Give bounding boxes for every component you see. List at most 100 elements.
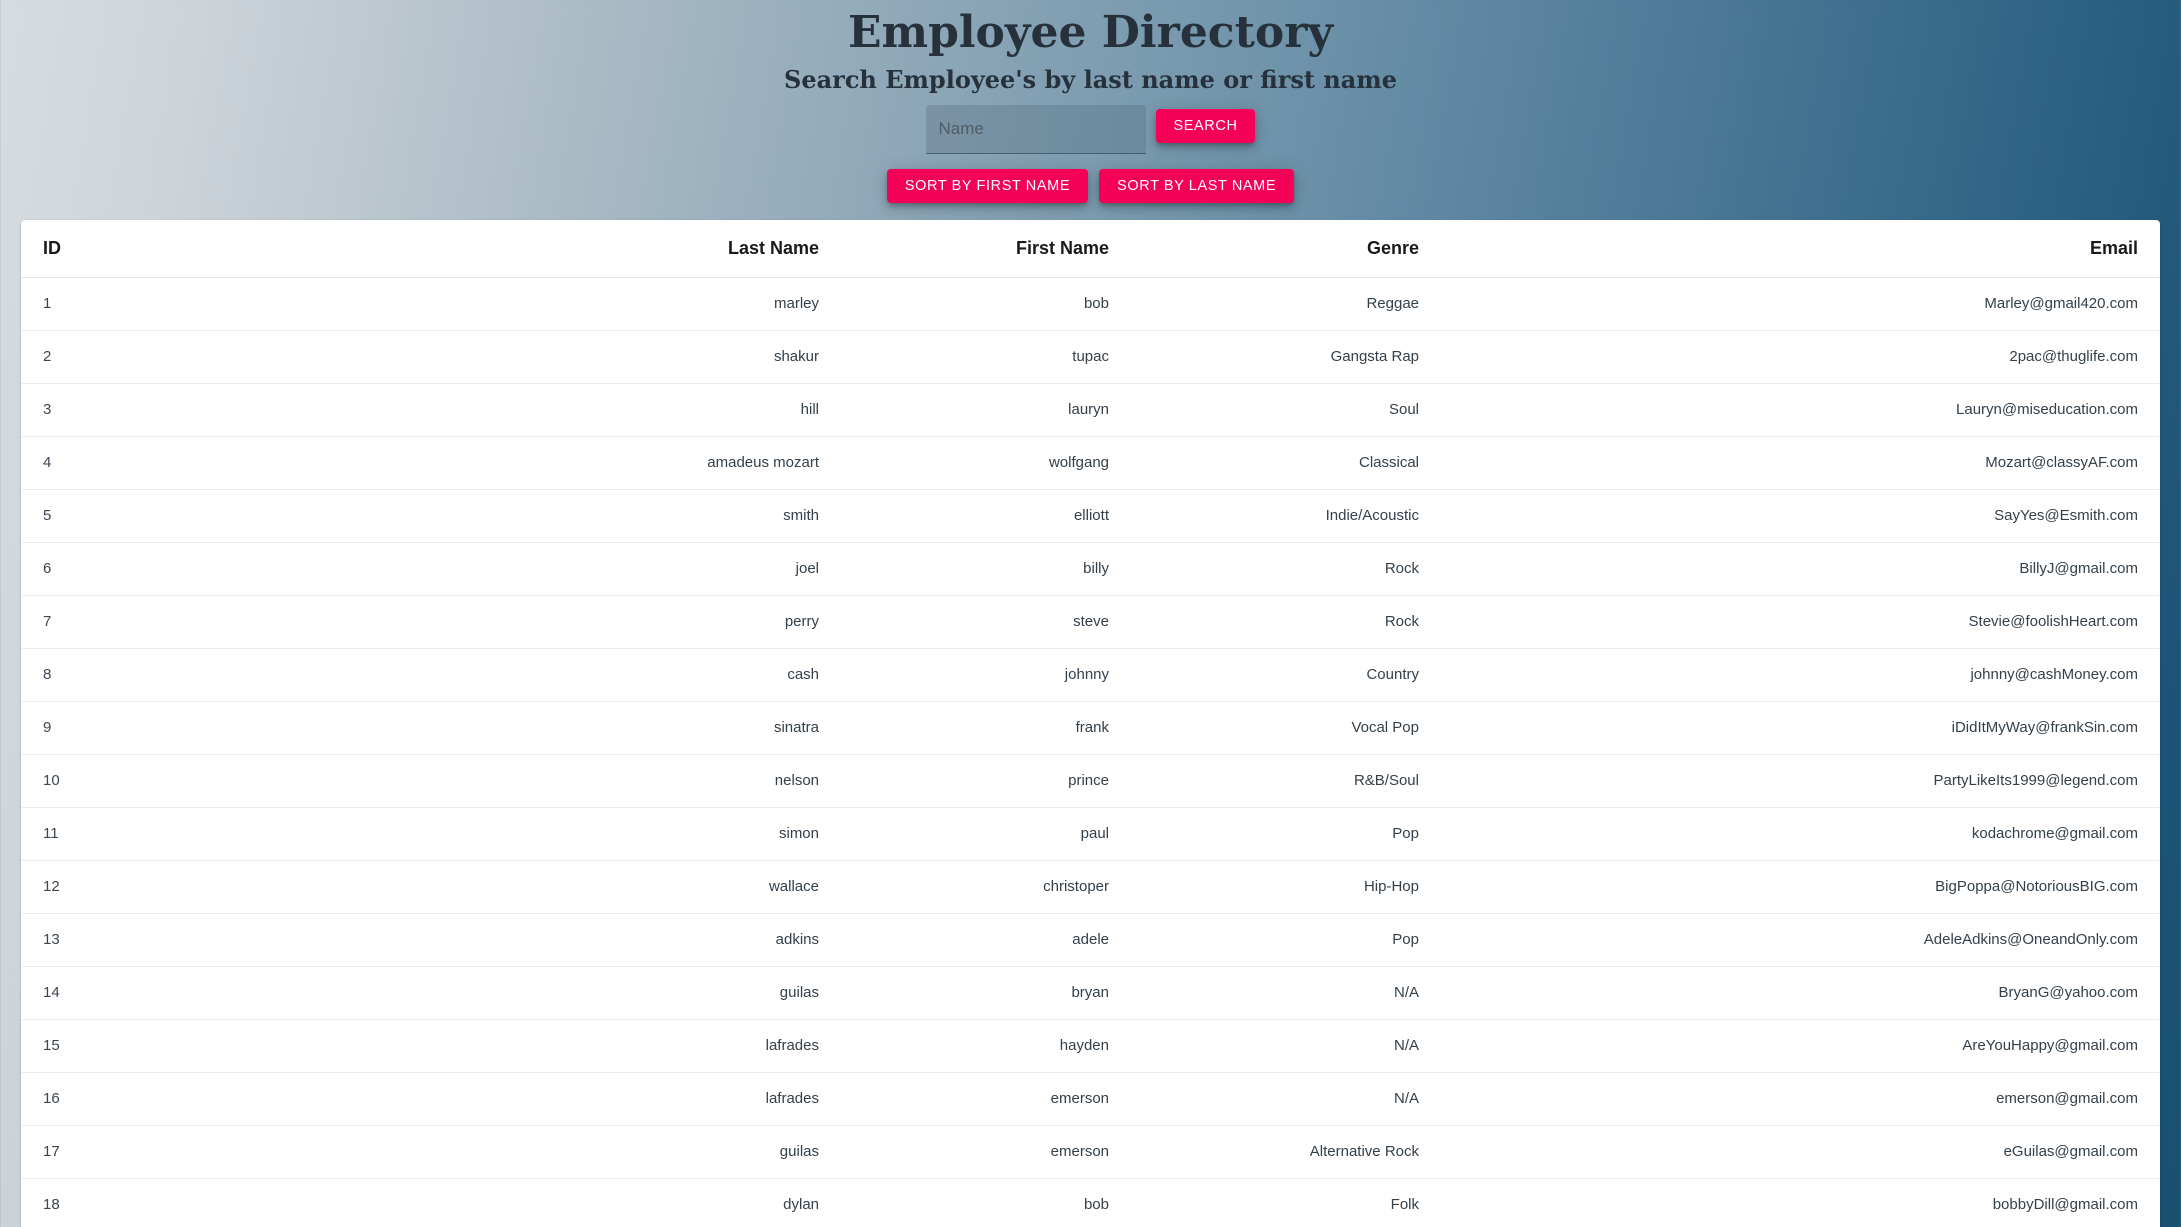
cell-genre: Reggae: [1131, 277, 1441, 331]
sort-by-first-name-button[interactable]: SORT BY FIRST NAME: [886, 169, 1089, 203]
table-row[interactable]: 8 cash johnny Country johnny@cashMoney.com: [21, 648, 2160, 702]
cell-first-name: wolfgang: [841, 436, 1131, 490]
cell-last-name: dylan: [461, 1178, 841, 1227]
cell-first-name: johnny: [841, 648, 1131, 702]
cell-id: 18: [21, 1178, 461, 1227]
cell-genre: Soul: [1131, 383, 1441, 437]
cell-first-name: paul: [841, 807, 1131, 861]
cell-id: 11: [21, 807, 461, 861]
table-row[interactable]: 3 hill lauryn Soul Lauryn@miseducation.com: [21, 383, 2160, 437]
cell-first-name: christoper: [841, 860, 1131, 914]
cell-email: Lauryn@miseducation.com: [1441, 383, 2160, 437]
cell-last-name: wallace: [461, 860, 841, 914]
cell-genre: Country: [1131, 648, 1441, 702]
cell-email: bobbyDill@gmail.com: [1441, 1178, 2160, 1227]
table-row[interactable]: 16 lafrades emerson N/A emerson@gmail.com: [21, 1072, 2160, 1126]
table-body: 1 marley bob Reggae Marley@gmail420.com 2 shak…: [21, 277, 2160, 1227]
cell-genre: Pop: [1131, 913, 1441, 967]
cell-id: 6: [21, 542, 461, 596]
column-header-last-name[interactable]: Last Name: [461, 220, 841, 278]
cell-id: 2: [21, 330, 461, 384]
cell-last-name: hill: [461, 383, 841, 437]
cell-id: 5: [21, 489, 461, 543]
cell-last-name: cash: [461, 648, 841, 702]
cell-id: 12: [21, 860, 461, 914]
table-row[interactable]: 2 shakur tupac Gangsta Rap 2pac@thuglife.com: [21, 330, 2160, 384]
cell-last-name: joel: [461, 542, 841, 596]
table-row[interactable]: 1 marley bob Reggae Marley@gmail420.com: [21, 277, 2160, 331]
cell-first-name: hayden: [841, 1019, 1131, 1073]
table-row[interactable]: 5 smith elliott Indie/Acoustic SayYes@Esmith…: [21, 489, 2160, 543]
cell-last-name: marley: [461, 277, 841, 331]
cell-genre: Pop: [1131, 807, 1441, 861]
employee-table-card: ID Last Name First Name Genre Email 1 mar…: [21, 220, 2160, 1227]
cell-email: BryanG@yahoo.com: [1441, 966, 2160, 1020]
table-header: ID Last Name First Name Genre Email: [21, 220, 2160, 278]
cell-first-name: bryan: [841, 966, 1131, 1020]
table-row[interactable]: 10 nelson prince R&B/Soul PartyLikeIts1999@l…: [21, 754, 2160, 808]
cell-last-name: lafrades: [461, 1019, 841, 1073]
cell-email: eGuilas@gmail.com: [1441, 1125, 2160, 1179]
cell-id: 9: [21, 701, 461, 755]
page-header: Employee Directory Search Employee's by …: [0, 0, 2181, 203]
cell-last-name: simon: [461, 807, 841, 861]
table-row[interactable]: 9 sinatra frank Vocal Pop iDidItMyWay@frankS…: [21, 701, 2160, 755]
cell-id: 14: [21, 966, 461, 1020]
search-input[interactable]: [926, 105, 1147, 153]
cell-first-name: elliott: [841, 489, 1131, 543]
table-row[interactable]: 15 lafrades hayden N/A AreYouHappy@gmail.com: [21, 1019, 2160, 1073]
column-header-id[interactable]: ID: [21, 220, 461, 278]
cell-genre: Gangsta Rap: [1131, 330, 1441, 384]
cell-first-name: emerson: [841, 1072, 1131, 1126]
cell-genre: Indie/Acoustic: [1131, 489, 1441, 543]
cell-last-name: amadeus mozart: [461, 436, 841, 490]
cell-first-name: tupac: [841, 330, 1131, 384]
search-field-wrapper[interactable]: [926, 105, 1147, 154]
column-header-genre[interactable]: Genre: [1131, 220, 1441, 278]
cell-email: kodachrome@gmail.com: [1441, 807, 2160, 861]
cell-id: 4: [21, 436, 461, 490]
sort-by-last-name-button[interactable]: SORT BY LAST NAME: [1099, 169, 1295, 203]
cell-genre: Vocal Pop: [1131, 701, 1441, 755]
table-row[interactable]: 12 wallace christoper Hip-Hop BigPoppa@Notor…: [21, 860, 2160, 914]
cell-genre: R&B/Soul: [1131, 754, 1441, 808]
cell-last-name: guilas: [461, 1125, 841, 1179]
cell-id: 10: [21, 754, 461, 808]
table-row[interactable]: 13 adkins adele Pop AdeleAdkins@OneandOnly.c…: [21, 913, 2160, 967]
table-row[interactable]: 11 simon paul Pop kodachrome@gmail.com: [21, 807, 2160, 861]
cell-id: 13: [21, 913, 461, 967]
cell-genre: Alternative Rock: [1131, 1125, 1441, 1179]
cell-genre: Rock: [1131, 542, 1441, 596]
column-header-first-name[interactable]: First Name: [841, 220, 1131, 278]
sort-row: SORT BY FIRST NAME SORT BY LAST NAME: [0, 169, 2181, 203]
cell-first-name: bob: [841, 277, 1131, 331]
cell-first-name: billy: [841, 542, 1131, 596]
cell-last-name: sinatra: [461, 701, 841, 755]
table-row[interactable]: 6 joel billy Rock BillyJ@gmail.com: [21, 542, 2160, 596]
cell-email: SayYes@Esmith.com: [1441, 489, 2160, 543]
page-title: Employee Directory: [847, 7, 1334, 58]
table-row[interactable]: 18 dylan bob Folk bobbyDill@gmail.com: [21, 1178, 2160, 1227]
cell-email: AdeleAdkins@OneandOnly.com: [1441, 913, 2160, 967]
cell-email: Marley@gmail420.com: [1441, 277, 2160, 331]
cell-last-name: guilas: [461, 966, 841, 1020]
cell-first-name: steve: [841, 595, 1131, 649]
search-button[interactable]: SEARCH: [1156, 109, 1255, 143]
cell-first-name: frank: [841, 701, 1131, 755]
cell-email: AreYouHappy@gmail.com: [1441, 1019, 2160, 1073]
column-header-email[interactable]: Email: [1441, 220, 2160, 278]
cell-genre: Classical: [1131, 436, 1441, 490]
table-header-row: ID Last Name First Name Genre Email: [21, 220, 2160, 278]
cell-last-name: lafrades: [461, 1072, 841, 1126]
cell-email: BigPoppa@NotoriousBIG.com: [1441, 860, 2160, 914]
cell-genre: Folk: [1131, 1178, 1441, 1227]
table-row[interactable]: 4 amadeus mozart wolfgang Classical Mozart@c…: [21, 436, 2160, 490]
cell-first-name: bob: [841, 1178, 1131, 1227]
cell-first-name: lauryn: [841, 383, 1131, 437]
cell-first-name: emerson: [841, 1125, 1131, 1179]
table-row[interactable]: 7 perry steve Rock Stevie@foolishHeart.com: [21, 595, 2160, 649]
table-row[interactable]: 17 guilas emerson Alternative Rock eGuilas@g…: [21, 1125, 2160, 1179]
table-row[interactable]: 14 guilas bryan N/A BryanG@yahoo.com: [21, 966, 2160, 1020]
page-subtitle: Search Employee's by last name or first …: [784, 65, 1397, 94]
cell-id: 7: [21, 595, 461, 649]
